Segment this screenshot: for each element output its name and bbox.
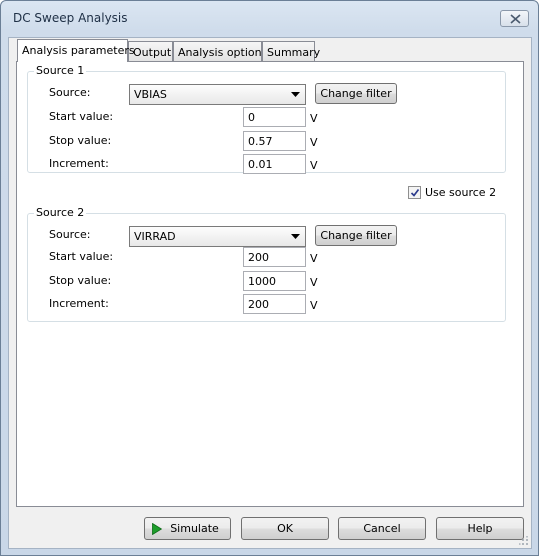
source2-source-label: Source: (49, 228, 91, 241)
input-value: 1000 (248, 275, 276, 288)
input-value: 0.57 (248, 135, 273, 148)
source1-group-title: Source 1 (34, 64, 87, 77)
source1-start-label: Start value: (49, 110, 114, 123)
button-label: Change filter (320, 229, 392, 242)
dialog-window: DC Sweep Analysis Analysis parameters Ou… (0, 0, 539, 556)
source2-increment-label: Increment: (49, 297, 109, 310)
play-icon (152, 523, 162, 535)
source1-start-input[interactable]: 0 (243, 107, 306, 127)
close-icon (510, 14, 521, 24)
source2-source-value: VIRRAD (134, 230, 176, 243)
button-label: OK (277, 522, 293, 535)
tab-label: Output (133, 46, 172, 59)
use-source2-label[interactable]: Use source 2 (425, 186, 496, 199)
input-value: 0 (248, 111, 255, 124)
button-label: Simulate (170, 522, 219, 535)
tab-analysis-options[interactable]: Analysis options (173, 41, 267, 61)
tab-label: Summary (267, 46, 321, 59)
source1-source-value: VBIAS (134, 88, 167, 101)
source1-source-select[interactable]: VBIAS (129, 84, 306, 105)
ok-button[interactable]: OK (241, 517, 329, 540)
source1-increment-input[interactable]: 0.01 (243, 154, 306, 174)
source2-increment-unit: V (310, 299, 318, 312)
source2-stop-input[interactable]: 1000 (243, 271, 306, 291)
source2-group: Source 2 Source: VIRRAD Change filter St… (27, 206, 506, 322)
simulate-button[interactable]: Simulate (144, 517, 231, 540)
source2-start-input[interactable]: 200 (243, 247, 306, 267)
cancel-button[interactable]: Cancel (338, 517, 426, 540)
source1-source-label: Source: (49, 86, 91, 99)
source2-stop-label: Stop value: (49, 274, 112, 287)
source2-stop-unit: V (310, 276, 318, 289)
dialog-client: Analysis parameters Output Analysis opti… (8, 37, 532, 549)
tab-summary[interactable]: Summary (262, 41, 320, 61)
analysis-parameters-panel: Source 1 Source: VBIAS Change filter Sta… (16, 61, 524, 507)
source1-stop-label: Stop value: (49, 134, 112, 147)
dialog-title: DC Sweep Analysis (13, 11, 128, 25)
title-bar[interactable]: DC Sweep Analysis (1, 1, 538, 37)
source2-source-select[interactable]: VIRRAD (129, 226, 306, 247)
tab-label: Analysis parameters (22, 44, 135, 57)
button-label: Change filter (320, 87, 392, 100)
source2-change-filter-button[interactable]: Change filter (315, 225, 397, 246)
source1-start-unit: V (310, 112, 318, 125)
source1-stop-unit: V (310, 136, 318, 149)
resize-grip-icon[interactable] (519, 536, 529, 546)
source2-start-unit: V (310, 252, 318, 265)
input-value: 200 (248, 298, 269, 311)
button-label: Help (467, 522, 493, 535)
tab-label: Analysis options (178, 46, 268, 59)
input-value: 0.01 (248, 158, 273, 171)
source2-start-label: Start value: (49, 250, 114, 263)
chevron-down-icon (291, 92, 300, 97)
source1-increment-unit: V (310, 159, 318, 172)
input-value: 200 (248, 251, 269, 264)
source1-stop-input[interactable]: 0.57 (243, 131, 306, 151)
button-label: Cancel (363, 522, 401, 535)
source1-increment-label: Increment: (49, 157, 109, 170)
close-button[interactable] (500, 10, 529, 27)
source1-group: Source 1 Source: VBIAS Change filter Sta… (27, 64, 506, 174)
source2-increment-input[interactable]: 200 (243, 294, 306, 314)
use-source2-checkbox[interactable] (408, 186, 421, 199)
source2-group-title: Source 2 (34, 206, 87, 219)
chevron-down-icon (291, 234, 300, 239)
checkmark-icon (410, 188, 420, 197)
source1-change-filter-button[interactable]: Change filter (315, 83, 397, 104)
tab-analysis-parameters[interactable]: Analysis parameters (17, 39, 135, 62)
help-button[interactable]: Help (436, 517, 524, 540)
